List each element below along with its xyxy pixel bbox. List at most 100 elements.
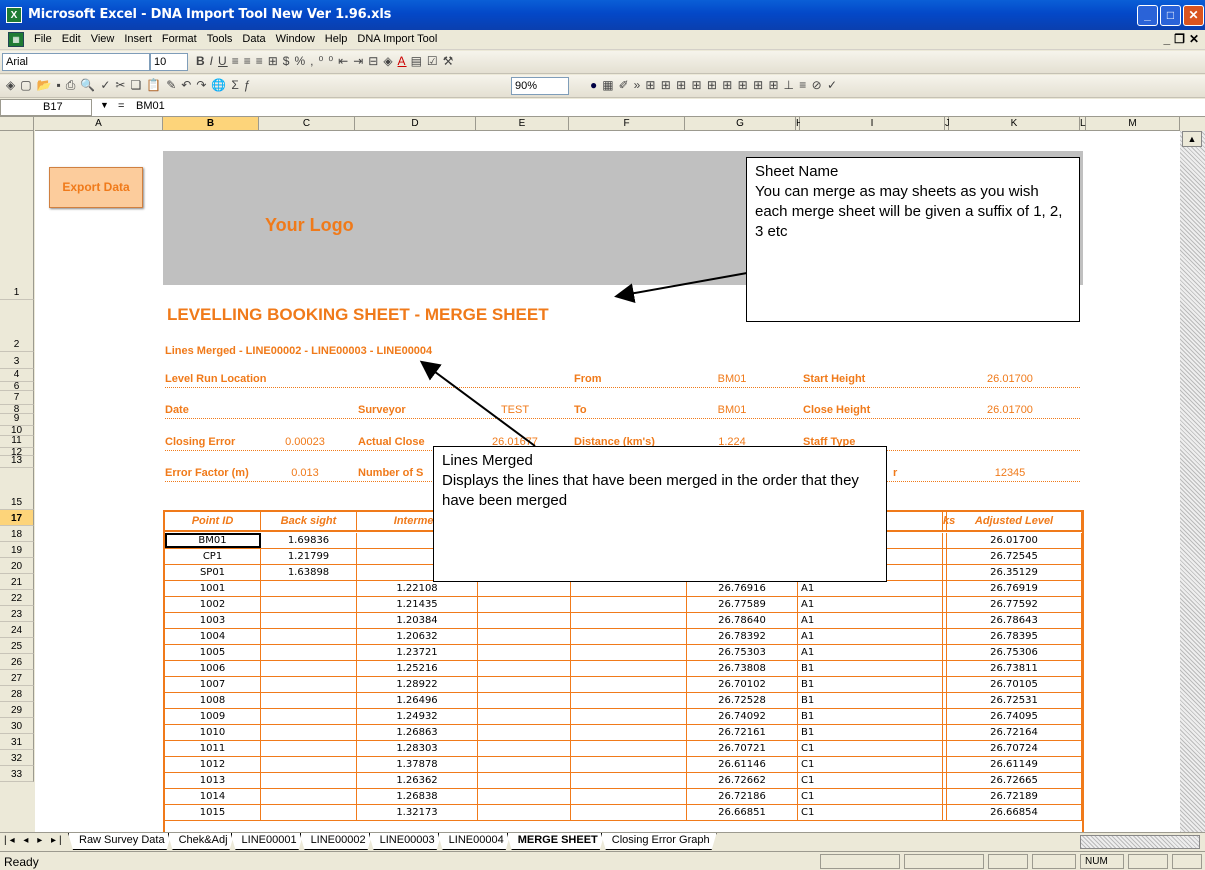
table-cell[interactable]: 1009 bbox=[165, 709, 261, 724]
doc-minimize-button[interactable]: _ bbox=[1163, 32, 1170, 46]
excel-app-icon[interactable]: X bbox=[6, 7, 22, 23]
name-box[interactable]: B17 bbox=[0, 99, 92, 116]
table-cell[interactable]: 26.70724 bbox=[947, 741, 1082, 756]
sheet-tab-chek-adj[interactable]: Chek&Adj bbox=[168, 833, 235, 850]
column-header-e[interactable]: E bbox=[476, 117, 569, 131]
row-header-33[interactable]: 33 bbox=[0, 766, 34, 782]
menu-insert[interactable]: Insert bbox=[124, 33, 152, 45]
table-cell[interactable]: 26.72161 bbox=[687, 725, 798, 740]
table-cell[interactable]: 1004 bbox=[165, 629, 261, 644]
fill-icon[interactable]: ◈ bbox=[6, 78, 16, 95]
table-cell[interactable]: 26.72186 bbox=[687, 789, 798, 804]
table-cell[interactable]: 26.61146 bbox=[687, 757, 798, 772]
table-cell[interactable]: 1012 bbox=[165, 757, 261, 772]
comma-icon[interactable]: , bbox=[310, 54, 314, 71]
table-cell[interactable]: 26.73811 bbox=[947, 661, 1082, 676]
table-cell[interactable] bbox=[261, 645, 357, 660]
menu-dna-import-tool[interactable]: DNA Import Tool bbox=[357, 33, 437, 45]
table-cell[interactable]: BM01 bbox=[165, 533, 261, 548]
table-cell[interactable] bbox=[478, 661, 571, 676]
table-cell[interactable] bbox=[571, 805, 687, 820]
close-button[interactable]: ✕ bbox=[1183, 5, 1204, 26]
vertical-scrollbar[interactable]: ▲ bbox=[1180, 131, 1205, 832]
drawing-icon[interactable]: ✐ bbox=[619, 78, 630, 95]
menu-tools[interactable]: Tools bbox=[207, 33, 233, 45]
table-cell[interactable] bbox=[261, 581, 357, 596]
open-icon[interactable]: 📂 bbox=[37, 78, 53, 95]
decrease-decimal-icon[interactable]: ⁰ bbox=[328, 54, 334, 71]
table-cell[interactable] bbox=[261, 613, 357, 628]
sheet-tab-merge-sheet[interactable]: MERGE SHEET bbox=[507, 833, 605, 850]
hyperlink-icon[interactable]: 🌐 bbox=[211, 78, 227, 95]
table-cell[interactable] bbox=[571, 581, 687, 596]
row-header-32[interactable]: 32 bbox=[0, 750, 34, 766]
table-cell[interactable]: C1 bbox=[798, 741, 943, 756]
formula-input[interactable]: BM01 bbox=[136, 100, 165, 112]
table-cell[interactable]: 26.78392 bbox=[687, 629, 798, 644]
table-cell[interactable]: 26.35129 bbox=[947, 565, 1082, 580]
table-cell[interactable] bbox=[478, 581, 571, 596]
table-cell[interactable] bbox=[571, 597, 687, 612]
table-cell[interactable]: 1.20632 bbox=[357, 629, 478, 644]
table-cell[interactable]: 1007 bbox=[165, 677, 261, 692]
table-cell[interactable] bbox=[571, 629, 687, 644]
table-cell[interactable] bbox=[478, 613, 571, 628]
table-cell[interactable]: 26.66854 bbox=[947, 805, 1082, 820]
table-cell[interactable]: A1 bbox=[798, 597, 943, 612]
table-cell[interactable]: 1015 bbox=[165, 805, 261, 820]
zoom-select[interactable]: 90% bbox=[511, 77, 569, 95]
cut-icon[interactable]: ✂ bbox=[115, 78, 126, 95]
table-cell[interactable]: 1.37878 bbox=[357, 757, 478, 772]
table-cell[interactable]: 1.26362 bbox=[357, 773, 478, 788]
table-cell[interactable]: CP1 bbox=[165, 549, 261, 564]
error-factor-value[interactable]: 0.013 bbox=[265, 467, 345, 479]
table-cell[interactable]: C1 bbox=[798, 773, 943, 788]
table-cell[interactable]: 26.72662 bbox=[687, 773, 798, 788]
table-cell[interactable]: 26.70105 bbox=[947, 677, 1082, 692]
table-cell[interactable] bbox=[571, 645, 687, 660]
copy-icon[interactable]: ❏ bbox=[130, 78, 142, 95]
table-cell[interactable] bbox=[478, 805, 571, 820]
table-cell[interactable] bbox=[261, 629, 357, 644]
table-cell[interactable]: 26.72164 bbox=[947, 725, 1082, 740]
row-header-18[interactable]: 18 bbox=[0, 526, 34, 542]
menu-format[interactable]: Format bbox=[162, 33, 197, 45]
column-header-i[interactable]: I bbox=[800, 117, 945, 131]
row-header-23[interactable]: 23 bbox=[0, 606, 34, 622]
table-cell[interactable]: 26.72189 bbox=[947, 789, 1082, 804]
table-cell[interactable]: B1 bbox=[798, 725, 943, 740]
table-cell[interactable] bbox=[261, 725, 357, 740]
underline-icon[interactable]: U bbox=[218, 54, 228, 71]
table-cell[interactable]: 26.61149 bbox=[947, 757, 1082, 772]
close-height-value[interactable]: 26.01700 bbox=[945, 404, 1075, 416]
row-header-15[interactable]: 15 bbox=[0, 468, 34, 510]
increase-decimal-icon[interactable]: ⁰ bbox=[319, 54, 325, 71]
sheet-tab-line00002[interactable]: LINE00002 bbox=[300, 833, 373, 850]
column-header-d[interactable]: D bbox=[355, 117, 476, 131]
print-preview-icon[interactable]: 🔍 bbox=[80, 78, 96, 95]
row-header-31[interactable]: 31 bbox=[0, 734, 34, 750]
new-icon[interactable]: ▢ bbox=[20, 78, 32, 95]
table-cell[interactable]: 26.72545 bbox=[947, 549, 1082, 564]
align-icon[interactable]: ⊥ ≡ ⊘ ✓ bbox=[784, 78, 839, 95]
minimize-button[interactable]: _ bbox=[1137, 5, 1158, 26]
table-cell[interactable]: 26.77592 bbox=[947, 597, 1082, 612]
table-cell[interactable]: 26.72531 bbox=[947, 693, 1082, 708]
export-data-button[interactable]: Export Data bbox=[49, 167, 143, 208]
row-header-6[interactable]: 6 bbox=[0, 382, 34, 392]
table-cell[interactable]: 26.75306 bbox=[947, 645, 1082, 660]
drawing-buttons[interactable]: ● ▦ ✐ » ⊞ ⊞ ⊞ ⊞ ⊞ ⊞ ⊞ ⊞ ⊞ ⊥ ≡ ⊘ ✓ bbox=[590, 78, 838, 95]
paste-icon[interactable]: 📋 bbox=[146, 78, 162, 95]
menu-help[interactable]: Help bbox=[325, 33, 348, 45]
table-cell[interactable] bbox=[478, 725, 571, 740]
column-header-m[interactable]: M bbox=[1086, 117, 1180, 131]
table-cell[interactable]: 1.69836 bbox=[261, 533, 357, 548]
table-cell[interactable] bbox=[261, 677, 357, 692]
table-cell[interactable]: 1008 bbox=[165, 693, 261, 708]
table-cell[interactable]: 1002 bbox=[165, 597, 261, 612]
table-cell[interactable] bbox=[261, 693, 357, 708]
table-cell[interactable] bbox=[571, 741, 687, 756]
row-header-1[interactable]: 1 bbox=[0, 131, 34, 300]
table-cell[interactable] bbox=[571, 789, 687, 804]
table-cell[interactable]: 1.26838 bbox=[357, 789, 478, 804]
